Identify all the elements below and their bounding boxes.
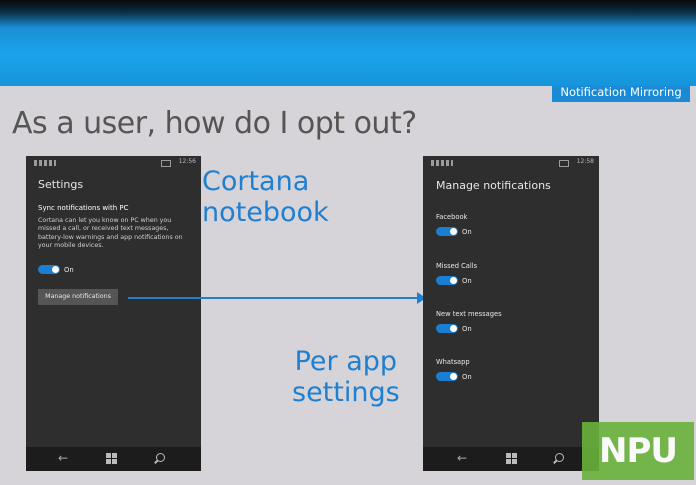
search-icon[interactable] [555,453,564,462]
nav-bar: ← [26,447,201,471]
toggle-state-label: On [462,277,472,285]
phone-settings-screen: 12:56 Settings Sync notifications with P… [26,156,201,471]
presentation-slide: Notification Mirroring As a user, how do… [0,86,696,485]
toggle-knob [450,277,457,284]
signal-icon [431,160,453,166]
windows-start-icon[interactable] [506,453,517,464]
screen-title: Manage notifications [436,179,551,192]
toggle-state-label: On [64,266,74,274]
caption-line: Per app [294,346,398,377]
toggle-knob [450,373,457,380]
status-bar: 12:58 [423,156,599,170]
section-description: Cortana can let you know on PC when you … [38,217,183,249]
back-arrow-icon[interactable]: ← [58,452,68,464]
toggle-state-label: On [462,325,472,333]
signal-icon [34,160,56,166]
battery-icon [161,160,171,167]
flow-arrow [128,292,426,304]
npu-watermark-logo: NPU [582,422,694,480]
toggle-knob [52,266,59,273]
toggle-new-text-messages[interactable] [436,324,458,333]
manage-notifications-button[interactable]: Manage notifications [38,289,118,305]
battery-icon [559,160,569,167]
app-label-missed-calls: Missed Calls [436,262,478,270]
nav-bar: ← [423,447,599,471]
caption-line: Cortana [202,166,310,197]
section-heading: Sync notifications with PC [38,204,129,212]
caption-per-app-settings: Per app settings [292,346,400,408]
app-label-facebook: Facebook [436,213,468,221]
status-bar: 12:56 [26,156,201,170]
screen-title: Settings [38,178,84,191]
windows-start-icon[interactable] [106,453,117,464]
toggle-state-label: On [462,228,472,236]
slide-title: As a user, how do I opt out? [12,106,417,141]
toggle-knob [450,228,457,235]
phone-manage-notifications-screen: 12:58 Manage notifications Facebook On M… [423,156,599,471]
caption-line: settings [292,377,400,408]
toggle-missed-calls[interactable] [436,276,458,285]
app-label-new-text-messages: New text messages [436,310,502,318]
back-arrow-icon[interactable]: ← [457,452,467,464]
caption-cortana-notebook: Cortana notebook [202,166,329,228]
caption-line: notebook [202,197,329,228]
toggle-facebook[interactable] [436,227,458,236]
toggle-state-label: On [462,373,472,381]
app-label-whatsapp: Whatsapp [436,358,470,366]
search-icon[interactable] [156,453,165,462]
top-blue-banner [0,0,696,88]
sync-toggle[interactable] [38,265,60,274]
status-time: 12:56 [178,158,196,165]
status-time: 12:58 [576,158,594,165]
toggle-whatsapp[interactable] [436,372,458,381]
toggle-knob [450,325,457,332]
slide-tag: Notification Mirroring [552,86,690,102]
